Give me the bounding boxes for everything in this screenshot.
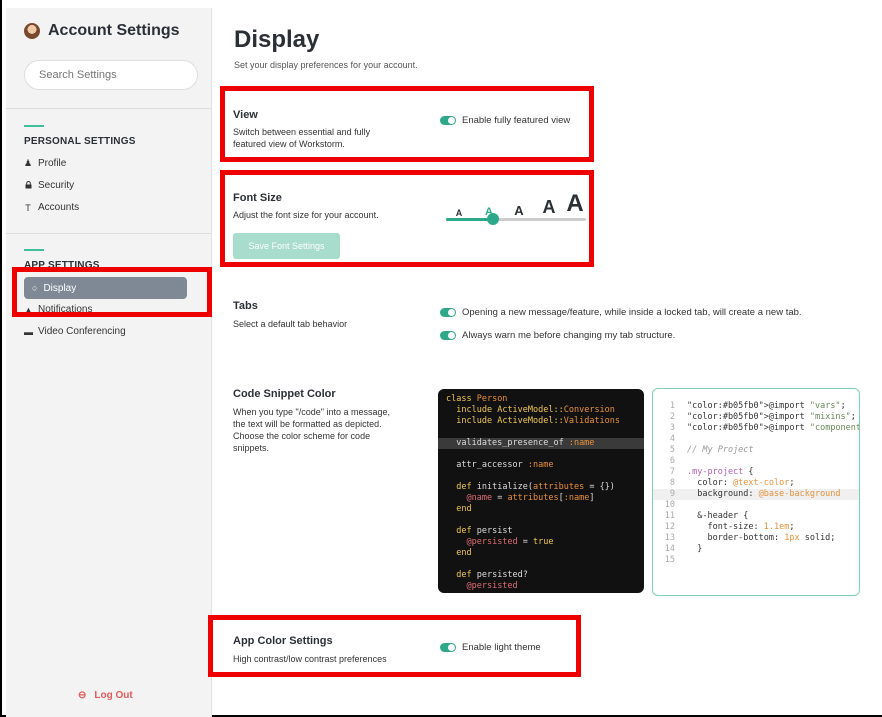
- code-line: 5// My Project: [669, 445, 754, 455]
- tabs-title: Tabs: [233, 300, 258, 312]
- divider: [6, 233, 212, 234]
- code-line: @persisted = true: [466, 537, 554, 547]
- code-line: def persist: [456, 526, 513, 536]
- code-line: 10: [664, 500, 675, 510]
- light-code-theme-option[interactable]: 1 "color:#b05fb0">@import "vars"; 2 "color:…: [652, 388, 860, 596]
- toggle-switch[interactable]: [440, 308, 456, 317]
- code-line: 2 "color:#b05fb0">@import "mixins";: [669, 412, 856, 422]
- code-line: 1 "color:#b05fb0">@import "vars";: [669, 401, 846, 411]
- code-line: 8 color: @text-color;: [669, 478, 795, 488]
- code-desc-line: When you type "/code" into a message,: [233, 407, 390, 417]
- sidebar-item-label: Video Conferencing: [38, 326, 126, 337]
- warn-tab-toggle[interactable]: Always warn me before changing my tab st…: [440, 330, 675, 341]
- highlight-box-display-nav: [12, 267, 212, 317]
- toggle-switch[interactable]: [440, 331, 456, 340]
- accounts-icon: T: [25, 202, 31, 213]
- highlight-box-font-size: [220, 170, 594, 267]
- divider: [6, 108, 212, 109]
- code-line: 9 background: @base-background: [653, 489, 859, 500]
- sidebar-item-label: Profile: [38, 158, 67, 169]
- code-desc-line: Choose the color scheme for code: [233, 431, 371, 441]
- sidebar-item-accounts[interactable]: T Accounts: [24, 202, 79, 213]
- section-accent: [24, 249, 44, 251]
- code-snippet-description: When you type "/code" into a message, th…: [233, 406, 390, 454]
- toggle-label: Always warn me before changing my tab st…: [462, 330, 676, 341]
- section-accent: [24, 125, 44, 127]
- code-line: end: [456, 504, 472, 514]
- sidebar-item-video-conferencing[interactable]: ▬ Video Conferencing: [24, 326, 126, 337]
- page-title: Display: [234, 26, 320, 53]
- code-line: 3"color:#b05fb0">@import "components";: [669, 423, 859, 433]
- code-line: 11 &-header {: [664, 511, 749, 521]
- sidebar-item-label: Accounts: [38, 202, 80, 213]
- sidebar-item-security[interactable]: Security: [24, 180, 74, 191]
- code-line: include ActiveModel::Validations: [456, 416, 621, 426]
- logout-button[interactable]: ⊖ Log Out: [78, 690, 133, 701]
- video-icon: ▬: [24, 326, 33, 337]
- code-line: include ActiveModel::Conversion: [456, 405, 615, 415]
- code-line: attr_accessor :name: [446, 460, 554, 470]
- new-tab-toggle[interactable]: Opening a new message/feature, while ins…: [440, 307, 802, 318]
- code-line: 13 border-bottom: 1px solid;: [664, 533, 836, 543]
- code-desc-line: the text will be formatted as depicted.: [233, 419, 382, 429]
- dark-code-theme-option[interactable]: class Person include ActiveModel::Conver…: [438, 389, 644, 593]
- code-line: 15: [664, 555, 675, 565]
- sidebar: Account Settings PERSONAL SETTINGS ♟ Pro…: [6, 8, 212, 717]
- code-line: validates_presence_of :name: [438, 438, 644, 449]
- sidebar-item-profile[interactable]: ♟ Profile: [24, 158, 66, 169]
- code-line: class Person: [446, 394, 508, 404]
- highlight-box-view: [220, 86, 594, 162]
- code-line: 12 font-size: 1.1em;: [664, 522, 795, 532]
- highlight-box-app-color: [208, 615, 581, 677]
- code-line: 4: [669, 434, 675, 444]
- code-line: end: [456, 548, 472, 558]
- search-input[interactable]: [24, 60, 198, 90]
- tabs-description: Select a default tab behavior: [233, 319, 348, 329]
- avatar[interactable]: [24, 23, 40, 39]
- personal-settings-heading: PERSONAL SETTINGS: [24, 136, 136, 147]
- logout-icon: ⊖: [78, 690, 87, 701]
- code-line: 14 }: [664, 544, 703, 554]
- toggle-label: Opening a new message/feature, while ins…: [462, 307, 802, 318]
- page-subtitle: Set your display preferences for your ac…: [234, 60, 418, 70]
- code-line: @persisted: [466, 581, 518, 591]
- logout-label: Log Out: [94, 690, 133, 701]
- sidebar-title: Account Settings: [48, 22, 180, 39]
- code-desc-line: snippets.: [233, 443, 270, 453]
- code-snippet-title: Code Snippet Color: [233, 388, 336, 400]
- lock-icon: [24, 180, 32, 191]
- person-icon: ♟: [24, 158, 33, 168]
- code-line: 7 .my-project {: [669, 467, 754, 477]
- code-line: 6: [669, 456, 675, 466]
- code-line: @name = attributes[:name]: [466, 493, 595, 503]
- sidebar-item-label: Security: [38, 180, 75, 191]
- sidebar-header: Account Settings: [24, 22, 180, 40]
- code-line: def initialize(attributes = {}): [456, 482, 615, 492]
- code-line: def persisted?: [456, 570, 528, 580]
